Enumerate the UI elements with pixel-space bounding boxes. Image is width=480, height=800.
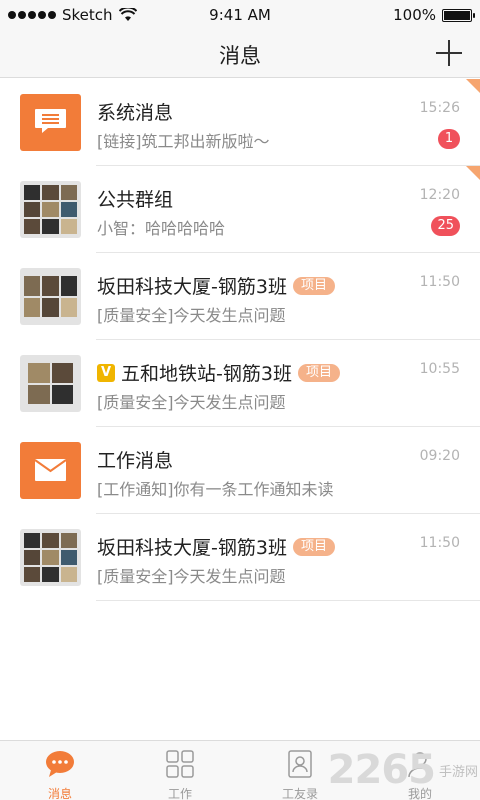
contacts-icon xyxy=(288,750,312,778)
pinned-corner-icon xyxy=(466,166,480,180)
conversation-title: V 五和地铁站-钢筋3班 项目 xyxy=(97,359,340,386)
group-avatar xyxy=(20,268,81,325)
plus-icon[interactable] xyxy=(436,40,462,66)
tab-work[interactable]: 工作 xyxy=(120,741,240,800)
project-tag: 项目 xyxy=(292,537,335,556)
conversation-row[interactable]: 坂田科技大厦-钢筋3班 项目 [质量安全]今天发生点问题 11:50 xyxy=(0,514,480,601)
conversation-title: 坂田科技大厦-钢筋3班 项目 xyxy=(97,533,335,560)
battery-icon xyxy=(442,8,475,22)
conversation-list: 系统消息 [链接]筑工邦出新版啦～ 15:26 1 公共群组 小智：哈哈哈哈哈 … xyxy=(0,79,480,601)
unread-badge: 1 xyxy=(438,129,460,149)
conversation-time: 15:26 xyxy=(419,100,460,116)
mail-icon xyxy=(34,459,67,481)
work-message-avatar xyxy=(20,442,81,499)
system-message-avatar xyxy=(20,94,81,151)
group-avatar xyxy=(20,181,81,238)
watermark-logo: 2265 手游网 xyxy=(328,747,478,793)
conversation-time: 09:20 xyxy=(419,448,460,464)
tab-label: 消息 xyxy=(47,787,72,800)
title-text: 坂田科技大厦-钢筋3班 xyxy=(97,276,287,298)
conversation-preview: [质量安全]今天发生点问题 xyxy=(97,306,286,325)
title-text: 工作消息 xyxy=(97,450,174,472)
conversation-row[interactable]: 坂田科技大厦-钢筋3班 项目 [质量安全]今天发生点问题 11:50 xyxy=(0,253,480,340)
conversation-title: 系统消息 xyxy=(97,98,173,125)
watermark-number: 2265 xyxy=(327,747,436,793)
conversation-time: 10:55 xyxy=(419,361,460,377)
conversation-time: 11:50 xyxy=(419,274,460,290)
conversation-row[interactable]: 系统消息 [链接]筑工邦出新版啦～ 15:26 1 xyxy=(0,79,480,166)
battery-percent: 100% xyxy=(393,6,436,24)
message-icon xyxy=(35,109,66,133)
project-tag: 项目 xyxy=(292,276,335,295)
conversation-preview: [工作通知]你有一条工作通知未读 xyxy=(97,480,334,499)
group-avatar xyxy=(20,355,81,412)
title-text: 系统消息 xyxy=(97,102,174,124)
title-text: 坂田科技大厦-钢筋3班 xyxy=(97,537,287,559)
watermark-text: 手游网 xyxy=(438,764,478,780)
title-text: 五和地铁站-钢筋3班 xyxy=(121,363,292,385)
tab-label: 工作 xyxy=(167,787,192,800)
conversation-preview: [质量安全]今天发生点问题 xyxy=(97,393,286,412)
conversation-time: 11:50 xyxy=(419,535,460,551)
conversation-row[interactable]: 公共群组 小智：哈哈哈哈哈 12:20 25 xyxy=(0,166,480,253)
conversation-row[interactable]: 工作消息 [工作通知]你有一条工作通知未读 09:20 xyxy=(0,427,480,514)
title-text: 公共群组 xyxy=(97,189,174,211)
project-tag: 项目 xyxy=(297,363,340,382)
conversation-preview: 小智：哈哈哈哈哈 xyxy=(97,219,226,238)
vip-badge-icon: V xyxy=(97,363,115,382)
conversation-title: 公共群组 xyxy=(97,185,173,212)
conversation-title: 坂田科技大厦-钢筋3班 项目 xyxy=(97,272,335,299)
conversation-title: 工作消息 xyxy=(97,446,173,473)
tab-messages[interactable]: 消息 xyxy=(0,741,120,800)
battery-group: 100% xyxy=(393,6,475,24)
chat-bubble-icon xyxy=(46,751,74,777)
conversation-time: 12:20 xyxy=(419,187,460,203)
status-bar: Sketch 9:41 AM 100% xyxy=(0,0,480,30)
grid-icon xyxy=(166,750,194,778)
nav-bar: 消息 xyxy=(0,30,480,78)
conversation-preview: [质量安全]今天发生点问题 xyxy=(97,567,286,586)
page-title: 消息 xyxy=(219,44,261,68)
conversation-preview: [链接]筑工邦出新版啦～ xyxy=(97,132,270,151)
conversation-row[interactable]: V 五和地铁站-钢筋3班 项目 [质量安全]今天发生点问题 10:55 xyxy=(0,340,480,427)
unread-badge: 25 xyxy=(431,216,460,236)
pinned-corner-icon xyxy=(466,79,480,93)
group-avatar xyxy=(20,529,81,586)
